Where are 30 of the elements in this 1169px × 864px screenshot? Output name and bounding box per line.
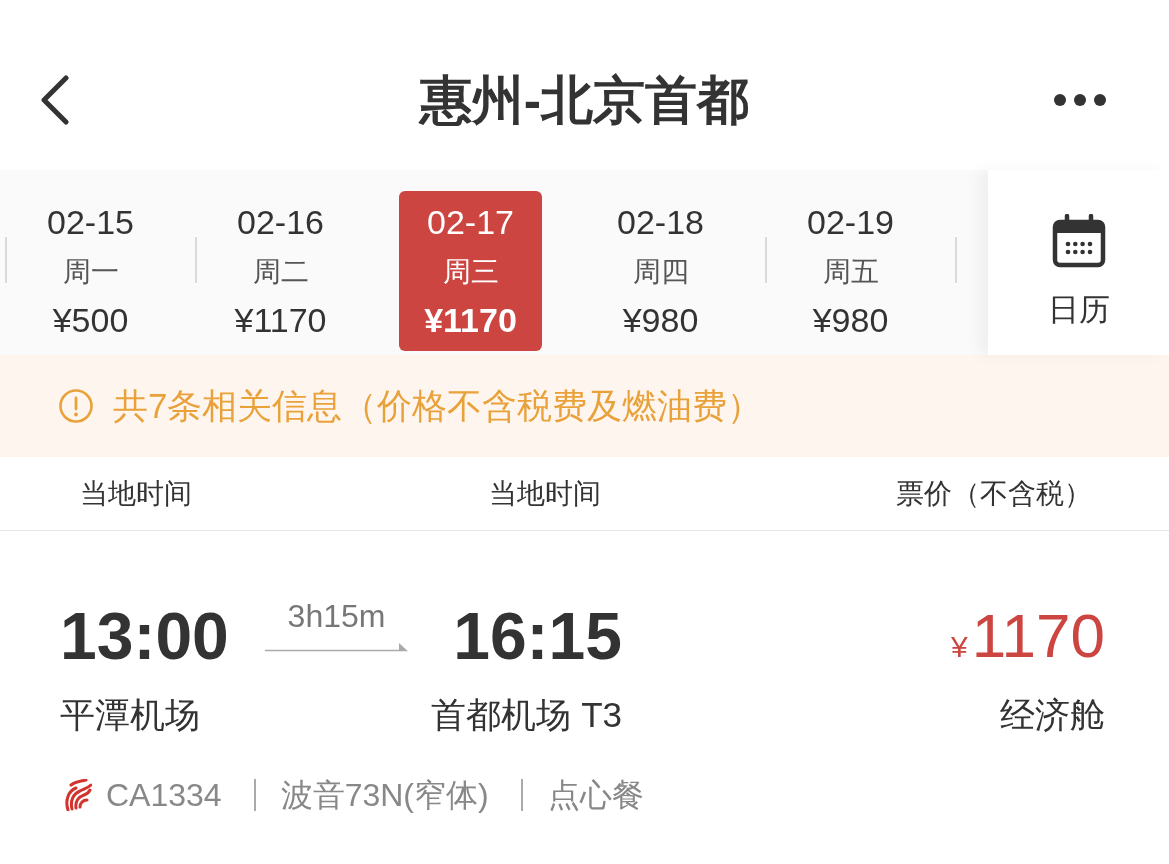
price-text: 1170 xyxy=(971,600,1105,672)
currency-symbol: ¥ xyxy=(951,629,968,665)
bird-logo-icon xyxy=(62,779,92,811)
meal-info: 点心餐 xyxy=(547,776,644,815)
page-title: 惠州-北京首都 xyxy=(419,70,750,131)
calendar-icon xyxy=(1051,214,1106,268)
flight-number: CA1334 xyxy=(106,776,222,815)
more-icon xyxy=(1053,93,1107,107)
chevron-left-icon xyxy=(40,75,70,125)
more-button[interactable] xyxy=(1053,93,1107,107)
arrival-airport: 首都机场 T3 xyxy=(431,694,622,736)
arrow-icon xyxy=(265,642,408,652)
calendar-button[interactable]: 日历 xyxy=(988,170,1169,355)
column-header: 当地时间 xyxy=(80,476,193,511)
exclamation-circle-icon xyxy=(59,389,93,423)
date-tab[interactable]: 02-16 周二 ¥1170 xyxy=(209,191,352,351)
departure-time: 13:00 xyxy=(60,598,229,675)
column-header: 当地时间 xyxy=(489,476,602,511)
column-header: 票价（不含税） xyxy=(896,476,1092,511)
duration-text: 3h15m xyxy=(287,598,386,634)
date-tab[interactable]: 02-19 周五 ¥980 xyxy=(779,191,922,351)
date-tab[interactable]: 02-15 周一 ¥500 xyxy=(19,191,162,351)
cabin-class: 经济舱 xyxy=(1000,694,1105,736)
date-tab[interactable]: 02-18 周四 ¥980 xyxy=(589,191,732,351)
back-button[interactable] xyxy=(40,75,70,125)
date-tab[interactable]: 02-17 周三 ¥1170 xyxy=(399,191,542,351)
arrival-time: 16:15 xyxy=(453,598,622,675)
aircraft-type: 波音73N(窄体) xyxy=(280,776,489,815)
departure-airport: 平潭机场 xyxy=(60,694,200,736)
notice-text: 共7条相关信息（价格不含税费及燃油费） xyxy=(113,385,763,427)
